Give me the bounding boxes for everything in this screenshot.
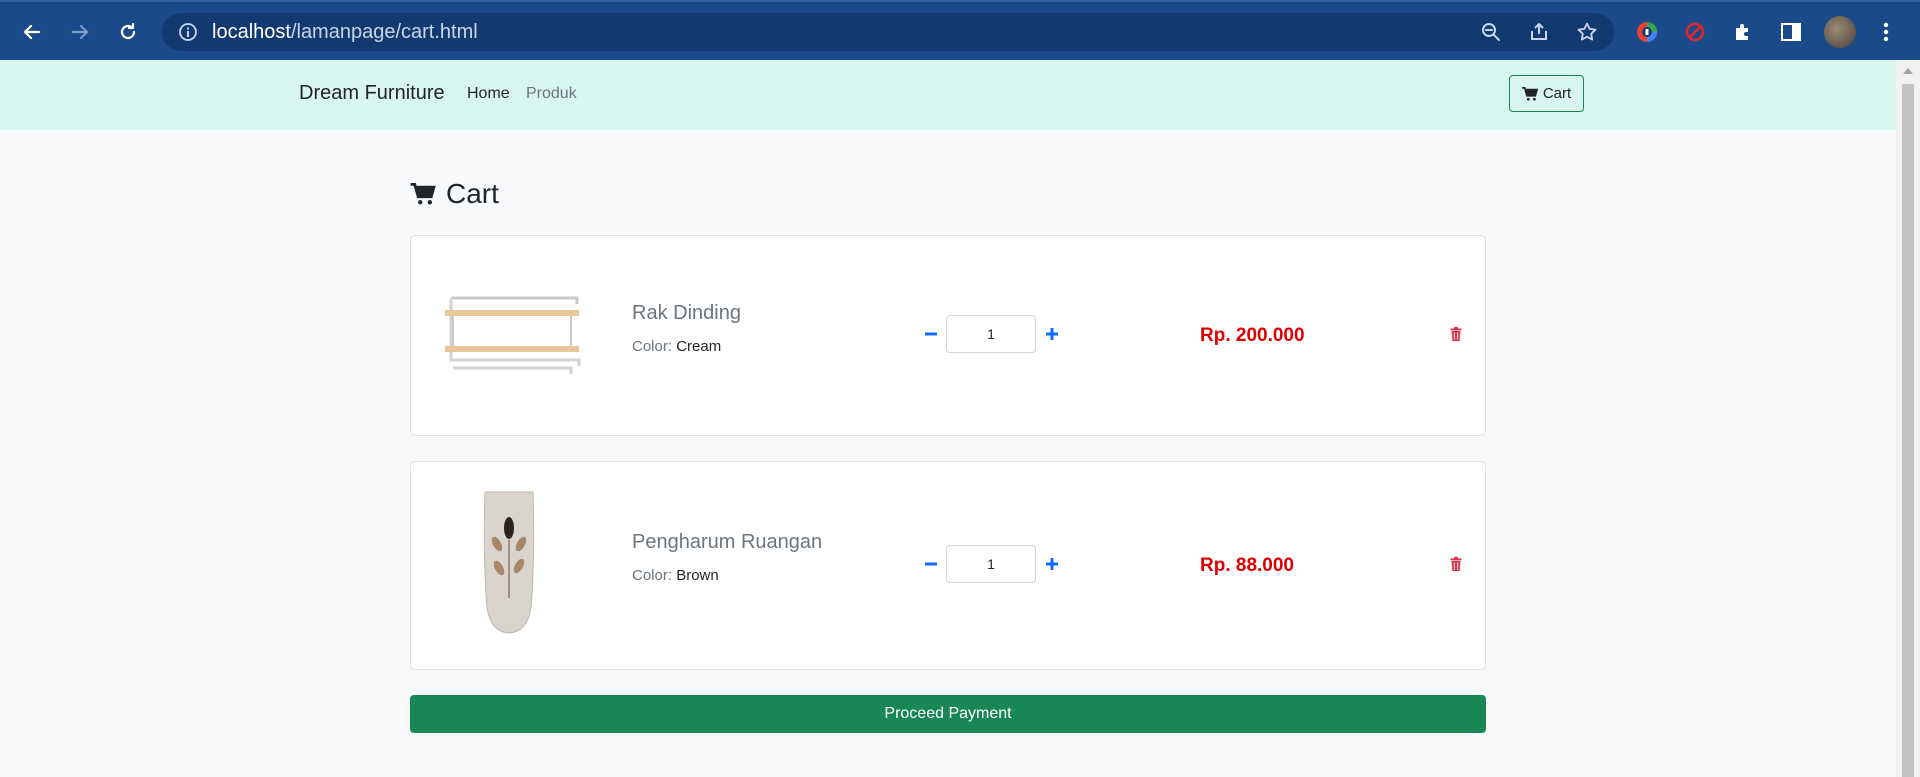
url-path: /lamanpage/cart.html — [290, 21, 478, 43]
remove-item-button[interactable] — [1448, 556, 1464, 572]
color-label: Color: — [632, 567, 673, 584]
share-icon[interactable] — [1528, 21, 1550, 43]
product-name: Pengharum Ruangan — [632, 531, 823, 553]
product-color: Color: Brown — [632, 567, 719, 584]
page-viewport: Dream Furniture Home Produk Cart Cart Ra… — [0, 60, 1896, 777]
cart-icon — [1521, 86, 1538, 101]
minus-icon — [925, 562, 937, 566]
browser-toolbar: localhost/lamanpage/cart.html — [0, 0, 1920, 60]
menu-icon[interactable] — [1872, 18, 1900, 46]
site-navbar: Dream Furniture Home Produk Cart — [0, 60, 1896, 130]
puzzle-icon[interactable] — [1729, 18, 1757, 46]
back-button[interactable] — [16, 16, 48, 48]
address-bar[interactable]: localhost/lamanpage/cart.html — [162, 13, 1614, 51]
product-color: Color: Cream — [632, 338, 721, 355]
nav-produk-link[interactable]: Produk — [526, 85, 577, 103]
url-text[interactable]: localhost/lamanpage/cart.html — [212, 21, 478, 44]
proceed-payment-button[interactable]: Proceed Payment — [410, 695, 1486, 733]
decrease-quantity-button[interactable] — [921, 324, 941, 344]
reload-icon — [120, 22, 136, 40]
item-price: Rp. 88.000 — [1200, 555, 1294, 576]
page-title-text: Cart — [446, 178, 499, 209]
plus-icon — [1046, 328, 1058, 340]
quantity-input[interactable] — [946, 315, 1036, 353]
product-name: Rak Dinding — [632, 302, 741, 324]
cart-item: Rak Dinding Color: Cream Rp. 200.000 — [410, 235, 1486, 436]
back-icon — [23, 24, 41, 40]
quantity-input[interactable] — [946, 545, 1036, 583]
product-image-shelf — [445, 296, 581, 374]
cart-button-label: Cart — [1542, 85, 1572, 102]
increase-quantity-button[interactable] — [1042, 554, 1062, 574]
extension-colorful-icon[interactable] — [1633, 18, 1661, 46]
trash-icon — [1450, 557, 1462, 571]
increase-quantity-button[interactable] — [1042, 324, 1062, 344]
scrollbar-thumb[interactable] — [1902, 84, 1914, 777]
decrease-quantity-button[interactable] — [921, 554, 941, 574]
remove-item-button[interactable] — [1448, 326, 1464, 342]
scroll-up-arrow-icon[interactable] — [1903, 68, 1913, 74]
forward-button[interactable] — [64, 16, 96, 48]
cart-item: Pengharum Ruangan Color: Brown Rp. 88.00… — [410, 461, 1486, 670]
product-image-vase — [483, 491, 535, 634]
cart-icon — [410, 183, 436, 205]
nav-home-link[interactable]: Home — [467, 85, 510, 103]
color-label: Color: — [632, 338, 673, 355]
color-value: Cream — [676, 338, 722, 355]
cart-button[interactable]: Cart — [1509, 75, 1584, 112]
sidepanel-icon[interactable] — [1777, 18, 1805, 46]
page-scrollbar[interactable] — [1896, 60, 1920, 777]
brand-link[interactable]: Dream Furniture — [299, 82, 445, 105]
page-title: Cart — [410, 178, 499, 210]
plus-icon — [1046, 558, 1058, 570]
minus-icon — [925, 332, 937, 336]
url-host: localhost — [212, 21, 291, 43]
item-price: Rp. 200.000 — [1200, 325, 1305, 346]
trash-icon — [1450, 327, 1462, 341]
avatar[interactable] — [1824, 16, 1856, 48]
info-icon[interactable] — [178, 22, 198, 42]
forward-icon — [71, 24, 89, 40]
zoom-icon[interactable] — [1480, 21, 1502, 43]
star-icon[interactable] — [1576, 21, 1598, 43]
reload-button[interactable] — [112, 16, 144, 48]
extension-red-icon[interactable] — [1681, 18, 1709, 46]
color-value: Brown — [676, 567, 719, 584]
